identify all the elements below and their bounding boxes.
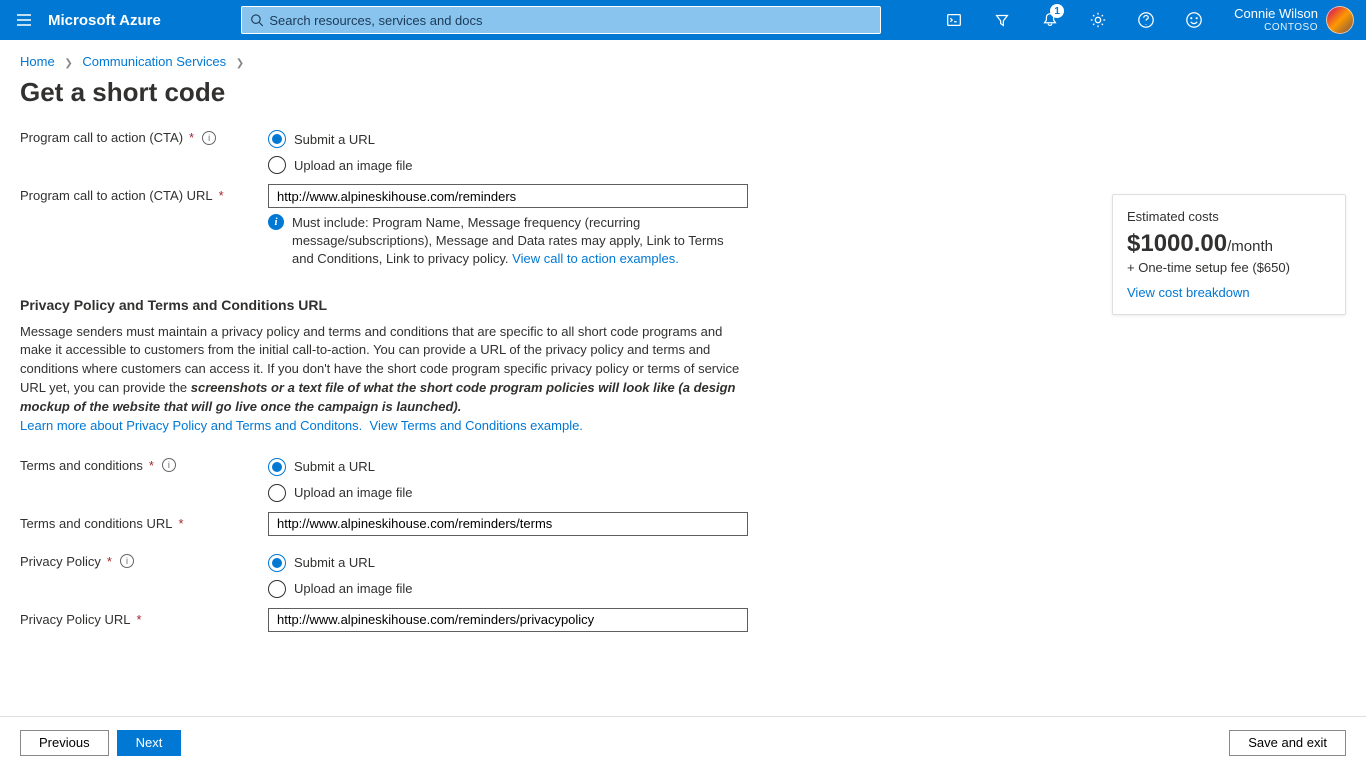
help-button[interactable] xyxy=(1122,0,1170,40)
terms-radio-upload[interactable]: Upload an image file xyxy=(268,480,748,506)
info-icon[interactable]: i xyxy=(162,458,176,472)
settings-button[interactable] xyxy=(1074,0,1122,40)
hamburger-menu[interactable] xyxy=(0,0,48,40)
radio-icon xyxy=(268,554,286,572)
required-marker: * xyxy=(107,554,112,569)
cloud-shell-icon xyxy=(945,11,963,29)
privacy-policy-label: Privacy Policy xyxy=(20,554,101,569)
required-marker: * xyxy=(189,130,194,145)
radio-icon xyxy=(268,130,286,148)
breadcrumb: Home ❯ Communication Services ❯ xyxy=(0,40,1366,73)
cta-label: Program call to action (CTA) xyxy=(20,130,183,145)
required-marker: * xyxy=(137,612,142,627)
privacy-section-text: Message senders must maintain a privacy … xyxy=(20,323,740,436)
radio-icon xyxy=(268,580,286,598)
breadcrumb-comm-services[interactable]: Communication Services xyxy=(82,54,226,69)
required-marker: * xyxy=(178,516,183,531)
search-input[interactable] xyxy=(269,13,871,28)
radio-label: Upload an image file xyxy=(294,581,413,596)
form-content: Program call to action (CTA) * i Submit … xyxy=(0,126,1366,724)
help-icon xyxy=(1137,11,1155,29)
previous-button[interactable]: Previous xyxy=(20,730,109,756)
terms-label: Terms and conditions xyxy=(20,458,143,473)
privacy-url-input[interactable] xyxy=(268,608,748,632)
terms-radio-submit-url[interactable]: Submit a URL xyxy=(268,454,748,480)
required-marker: * xyxy=(149,458,154,473)
hamburger-icon xyxy=(15,11,33,29)
terms-url-input[interactable] xyxy=(268,512,748,536)
cta-radio-upload[interactable]: Upload an image file xyxy=(268,152,748,178)
top-icon-group: 1 xyxy=(930,0,1218,40)
radio-icon xyxy=(268,484,286,502)
footer-bar: Previous Next Save and exit xyxy=(0,716,1366,768)
cta-url-label: Program call to action (CTA) URL xyxy=(20,188,213,203)
cloud-shell-button[interactable] xyxy=(930,0,978,40)
notifications-button[interactable]: 1 xyxy=(1026,0,1074,40)
radio-icon xyxy=(268,458,286,476)
radio-label: Submit a URL xyxy=(294,555,375,570)
privacy-section-heading: Privacy Policy and Terms and Conditions … xyxy=(20,297,1346,313)
privacy-radio-upload[interactable]: Upload an image file xyxy=(268,576,748,602)
notification-badge: 1 xyxy=(1050,4,1064,18)
avatar xyxy=(1326,6,1354,34)
cta-url-input[interactable] xyxy=(268,184,748,208)
save-exit-button[interactable]: Save and exit xyxy=(1229,730,1346,756)
chevron-right-icon: ❯ xyxy=(64,58,72,69)
info-icon[interactable]: i xyxy=(202,131,216,145)
info-icon[interactable]: i xyxy=(120,554,134,568)
global-search[interactable] xyxy=(241,6,881,34)
feedback-button[interactable] xyxy=(1170,0,1218,40)
next-button[interactable]: Next xyxy=(117,730,182,756)
filter-icon xyxy=(993,11,1011,29)
gear-icon xyxy=(1089,11,1107,29)
user-org: CONTOSO xyxy=(1234,22,1318,34)
cta-examples-link[interactable]: View call to action examples. xyxy=(512,251,679,266)
privacy-learn-more-link[interactable]: Learn more about Privacy Policy and Term… xyxy=(20,418,362,433)
user-menu[interactable]: Connie Wilson CONTOSO xyxy=(1218,6,1366,34)
privacy-radio-submit-url[interactable]: Submit a URL xyxy=(268,550,748,576)
radio-label: Submit a URL xyxy=(294,132,375,147)
brand-label: Microsoft Azure xyxy=(48,12,241,29)
radio-label: Submit a URL xyxy=(294,459,375,474)
page-title: Get a short code xyxy=(0,73,1366,126)
search-icon xyxy=(250,13,264,27)
radio-label: Upload an image file xyxy=(294,158,413,173)
terms-url-label: Terms and conditions URL xyxy=(20,516,172,531)
radio-icon xyxy=(268,156,286,174)
directory-filter-button[interactable] xyxy=(978,0,1026,40)
required-marker: * xyxy=(219,188,224,203)
user-name: Connie Wilson xyxy=(1234,6,1318,22)
radio-label: Upload an image file xyxy=(294,485,413,500)
chevron-right-icon: ❯ xyxy=(236,58,244,69)
top-bar: Microsoft Azure 1 Connie Wilson CONTOSO xyxy=(0,0,1366,40)
privacy-url-label: Privacy Policy URL xyxy=(20,612,131,627)
info-icon: i xyxy=(268,214,284,230)
terms-example-link[interactable]: View Terms and Conditions example. xyxy=(370,418,583,433)
breadcrumb-home[interactable]: Home xyxy=(20,54,55,69)
smile-icon xyxy=(1185,11,1203,29)
cta-radio-submit-url[interactable]: Submit a URL xyxy=(268,126,748,152)
cta-info-text: Must include: Program Name, Message freq… xyxy=(292,214,748,269)
